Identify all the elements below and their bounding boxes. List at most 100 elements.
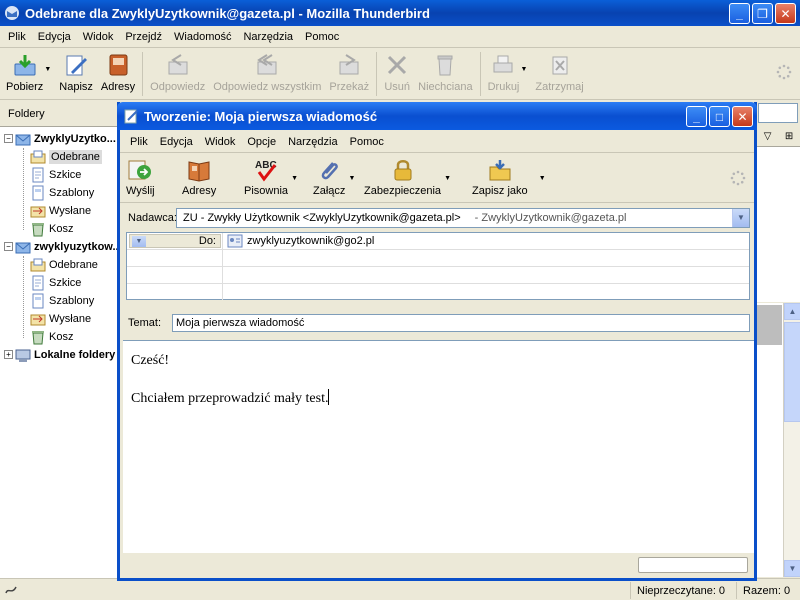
folder-szkice-1[interactable]: Szkice [30, 166, 81, 184]
folder-kosz-1[interactable]: Kosz [30, 220, 73, 238]
preview-scrollbar[interactable]: ▲ ▼ [783, 303, 800, 577]
compose-menu-plik[interactable]: Plik [124, 136, 154, 148]
wyslij-button[interactable]: Wyślij [126, 157, 155, 197]
account-2-collapse-toggle[interactable]: − [4, 242, 13, 251]
zabezpieczenia-button[interactable]: Zabezpieczenia ▼ [364, 157, 451, 197]
folder-szablony-1[interactable]: Szablony [30, 184, 94, 202]
drukuj-dropdown-icon[interactable]: ▼ [520, 66, 527, 73]
compose-maximize-button[interactable]: □ [709, 106, 730, 127]
folder-odebrane-2[interactable]: Odebrane [30, 256, 98, 274]
local-folders-icon [15, 349, 31, 362]
compose-throbber-icon [730, 170, 746, 186]
menu-plik[interactable]: Plik [2, 31, 32, 43]
folder-kosz-2[interactable]: Kosz [30, 328, 73, 346]
column-picker-icon[interactable]: ⊞ [785, 131, 793, 142]
toolbar-separator [479, 52, 481, 96]
zatrzymaj-button[interactable]: Zatrzymaj [531, 48, 587, 98]
recipient-row-empty[interactable] [127, 284, 749, 301]
account-1-collapse-toggle[interactable]: − [4, 134, 13, 143]
online-status-icon[interactable] [4, 583, 18, 597]
compose-menu-edycja[interactable]: Edycja [154, 136, 199, 148]
folder-pane: − ZwyklyUzytko... Odebrane Szkice Szablo… [0, 127, 120, 578]
recipient-row-empty[interactable] [127, 267, 749, 284]
adresy-button[interactable]: Adresy [97, 48, 139, 98]
toolbar-separator [376, 52, 378, 96]
odpowiedz-wszystkim-button[interactable]: Odpowiedz wszystkim [209, 48, 325, 98]
body-line: Cześć! [131, 353, 170, 368]
menu-pomoc[interactable]: Pomoc [299, 31, 345, 43]
recipient-address[interactable]: zwyklyuzytkownik@go2.pl [247, 235, 374, 247]
local-folders-item[interactable]: Lokalne foldery [15, 346, 115, 364]
compose-menu-widok[interactable]: Widok [199, 136, 242, 148]
message-body-editor[interactable]: Cześć! Chciałem przeprowadzić mały test. [123, 340, 754, 553]
compose-toolbar: Wyślij Adresy ABC Pisownia ▼ Załącz ▼ Za… [120, 153, 754, 203]
scroll-thumb[interactable] [784, 322, 800, 422]
compose-titlebar: Tworzenie: Moja pierwsza wiadomość _ □ ✕ [117, 102, 757, 130]
scroll-down-icon[interactable]: ▼ [784, 560, 800, 577]
menu-wiadomosc[interactable]: Wiadomość [168, 31, 237, 43]
folders-header: Foldery [0, 101, 120, 127]
zalacz-button[interactable]: Załącz ▼ [313, 157, 355, 197]
compose-menu-pomoc[interactable]: Pomoc [344, 136, 390, 148]
niechciana-button[interactable]: Niechciana [414, 48, 476, 98]
unread-count: Nieprzeczytane: 0 [630, 582, 730, 599]
print-icon [493, 55, 513, 73]
compose-minimize-button[interactable]: _ [686, 106, 707, 127]
compose-close-button[interactable]: ✕ [732, 106, 753, 127]
recipient-row-empty[interactable] [127, 250, 749, 267]
recipient-type-select[interactable]: ▼ Do: [129, 234, 221, 248]
reply-icon [168, 54, 188, 75]
napisz-button[interactable]: Napisz [55, 48, 97, 98]
folder-wyslane-1[interactable]: Wysłane [30, 202, 91, 220]
column-filter-icon[interactable]: ▽ [764, 131, 772, 142]
recipient-type-dropdown-icon[interactable]: ▼ [132, 236, 146, 247]
przekaz-button[interactable]: Przekaż [325, 48, 373, 98]
compose-menu-narzedzia[interactable]: Narzędzia [282, 136, 344, 148]
minimize-button[interactable]: _ [729, 3, 750, 24]
compose-statusbar [120, 553, 754, 578]
drafts-icon [32, 275, 44, 291]
thunderbird-icon [5, 6, 19, 20]
usun-button[interactable]: Usuń [380, 48, 414, 98]
account-1-item[interactable]: ZwyklyUzytko... [15, 130, 116, 148]
scroll-up-icon[interactable]: ▲ [784, 303, 800, 320]
address-book-icon [188, 161, 210, 182]
pobierz-dropdown-icon[interactable]: ▼ [44, 66, 51, 73]
zapisz-jako-dropdown-icon[interactable]: ▼ [539, 175, 546, 182]
forward-icon [339, 54, 359, 75]
maximize-button[interactable]: ❐ [752, 3, 773, 24]
pisownia-button[interactable]: ABC Pisownia ▼ [244, 157, 298, 197]
pisownia-dropdown-icon[interactable]: ▼ [291, 175, 298, 182]
body-line: Chciałem przeprowadzić mały test. [131, 391, 329, 406]
delete-icon [388, 55, 407, 75]
close-button[interactable]: ✕ [775, 3, 796, 24]
menu-przejdz[interactable]: Przejdź [119, 31, 168, 43]
menu-edycja[interactable]: Edycja [32, 31, 77, 43]
folder-szkice-2[interactable]: Szkice [30, 274, 81, 292]
subject-input[interactable]: Moja pierwsza wiadomość [172, 314, 750, 332]
pobierz-button[interactable]: Pobierz ▼ [2, 48, 51, 98]
folder-szablony-2[interactable]: Szablony [30, 292, 94, 310]
lock-icon [394, 160, 412, 181]
compose-adresy-button[interactable]: Adresy [182, 157, 216, 197]
zabezpieczenia-dropdown-icon[interactable]: ▼ [444, 175, 451, 182]
folder-odebrane-1[interactable]: Odebrane [30, 148, 102, 166]
odpowiedz-button[interactable]: Odpowiedz [146, 48, 209, 98]
from-select[interactable]: ZU - Zwykły Użytkownik <ZwyklyUzytkownik… [176, 208, 750, 228]
from-account: - ZwyklyUzytkownik@gazeta.pl [474, 212, 627, 224]
recipient-row[interactable]: ▼ Do: zwyklyuzytkownik@go2.pl [127, 233, 749, 250]
folder-wyslane-2[interactable]: Wysłane [30, 310, 91, 328]
local-folders-expand-toggle[interactable]: + [4, 350, 13, 359]
compose-menu-opcje[interactable]: Opcje [241, 136, 282, 148]
zalacz-dropdown-icon[interactable]: ▼ [348, 175, 355, 182]
drukuj-button[interactable]: Drukuj ▼ [484, 48, 527, 98]
search-area [756, 101, 800, 127]
compose-menubar: Plik Edycja Widok Opcje Narzędzia Pomoc [120, 131, 754, 153]
main-toolbar: Pobierz ▼ Napisz Adresy Odpowiedz Odpowi… [0, 48, 800, 100]
zapisz-jako-button[interactable]: Zapisz jako ▼ [472, 157, 546, 197]
account-2-item[interactable]: zwyklyuzytkow... [15, 238, 119, 256]
search-input[interactable] [758, 103, 798, 123]
menu-widok[interactable]: Widok [77, 31, 120, 43]
menu-narzedzia[interactable]: Narzędzia [237, 31, 299, 43]
from-dropdown-icon[interactable]: ▼ [732, 209, 749, 227]
